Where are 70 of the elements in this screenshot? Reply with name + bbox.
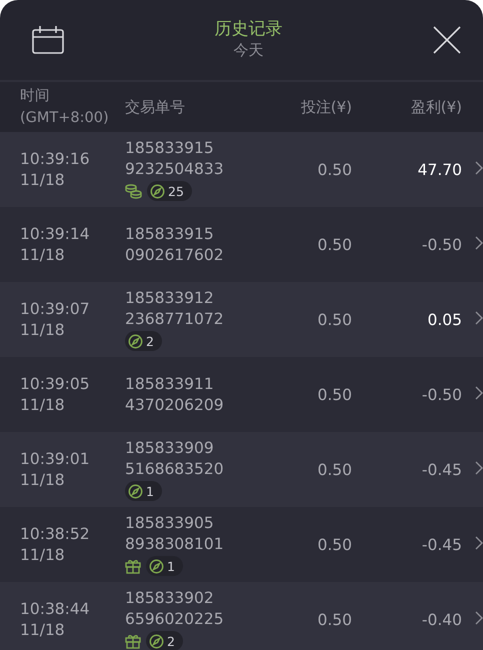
order-number: 185833915 — [125, 138, 215, 159]
stake-amount: 0.50 — [317, 610, 352, 628]
chevron-right-icon[interactable] — [475, 160, 483, 174]
date-text: 11/18 — [20, 394, 66, 416]
order-number: 185833902 — [125, 588, 215, 609]
profit-amount: -0.50 — [422, 236, 462, 254]
stake-amount: 0.50 — [317, 310, 352, 328]
profit-amount: -0.45 — [422, 536, 462, 554]
date-text: 11/18 — [20, 470, 66, 490]
order-number: 8938308101 — [125, 534, 225, 555]
coins-icon — [125, 184, 142, 198]
profit-amount: -0.50 — [422, 386, 462, 404]
multiplier-badge: 25 — [147, 181, 192, 201]
order-number: 9232504833 — [125, 159, 225, 180]
calendar-icon[interactable] — [32, 26, 64, 54]
compass-icon — [128, 334, 143, 348]
multiplier-badge: 2 — [125, 331, 162, 351]
stake-amount: 0.50 — [317, 460, 352, 478]
compass-icon — [128, 484, 143, 498]
stake-amount: 0.50 — [317, 160, 352, 178]
column-header: 时间 (GMT+8:00) — [20, 87, 110, 128]
chevron-right-icon[interactable] — [475, 386, 483, 400]
order-number: 185833909 — [125, 438, 215, 459]
column-header: 投注(¥) — [300, 97, 352, 118]
time-text: 10:39:01 — [20, 448, 91, 470]
date-text: 11/18 — [20, 320, 66, 340]
order-number: 185833911 — [125, 374, 215, 394]
chevron-right-icon[interactable] — [475, 536, 483, 550]
order-number: 185833912 — [125, 288, 215, 309]
date-text: 11/18 — [20, 244, 66, 266]
gift-icon — [125, 634, 141, 648]
date-text: 11/18 — [20, 620, 66, 640]
chevron-right-icon[interactable] — [475, 310, 483, 324]
multiplier-badge: 1 — [146, 556, 183, 576]
profit-amount: 0.05 — [427, 310, 462, 328]
chevron-right-icon[interactable] — [475, 236, 483, 250]
profit-amount: -0.45 — [422, 460, 462, 478]
time-text: 10:39:14 — [20, 224, 91, 244]
compass-icon — [150, 184, 165, 198]
time-text: 10:39:07 — [20, 298, 91, 320]
order-number: 0902617602 — [125, 244, 225, 266]
chevron-right-icon[interactable] — [475, 460, 483, 474]
order-number: 6596020225 — [125, 609, 225, 630]
gift-icon — [125, 558, 141, 574]
order-number: 185833905 — [125, 513, 215, 534]
time-text: 10:38:44 — [20, 598, 91, 620]
time-text: 10:39:05 — [20, 374, 91, 394]
stake-amount: 0.50 — [317, 536, 352, 554]
date-text: 11/18 — [20, 170, 66, 190]
window-title: 历史记录 — [214, 19, 282, 40]
compass-icon — [149, 634, 164, 648]
date-filter-label: 今天 — [234, 40, 264, 61]
stake-amount: 0.50 — [317, 386, 352, 404]
close-icon[interactable] — [433, 26, 461, 54]
order-number: 4370206209 — [125, 394, 225, 416]
column-header: 交易单号 — [125, 97, 186, 118]
compass-icon — [149, 558, 164, 574]
order-number: 2368771072 — [125, 309, 225, 330]
order-number: 5168683520 — [125, 459, 225, 480]
profit-amount: -0.40 — [422, 610, 462, 628]
multiplier-badge: 1 — [125, 481, 162, 501]
chevron-right-icon[interactable] — [475, 610, 483, 624]
order-number: 185833915 — [125, 224, 215, 244]
time-text: 10:38:52 — [20, 524, 91, 544]
stake-amount: 0.50 — [317, 236, 352, 254]
date-text: 11/18 — [20, 544, 66, 566]
profit-amount: 47.70 — [418, 160, 462, 178]
time-text: 10:39:16 — [20, 148, 91, 170]
column-header: 盈利(¥) — [410, 97, 462, 118]
multiplier-badge: 2 — [146, 631, 183, 650]
